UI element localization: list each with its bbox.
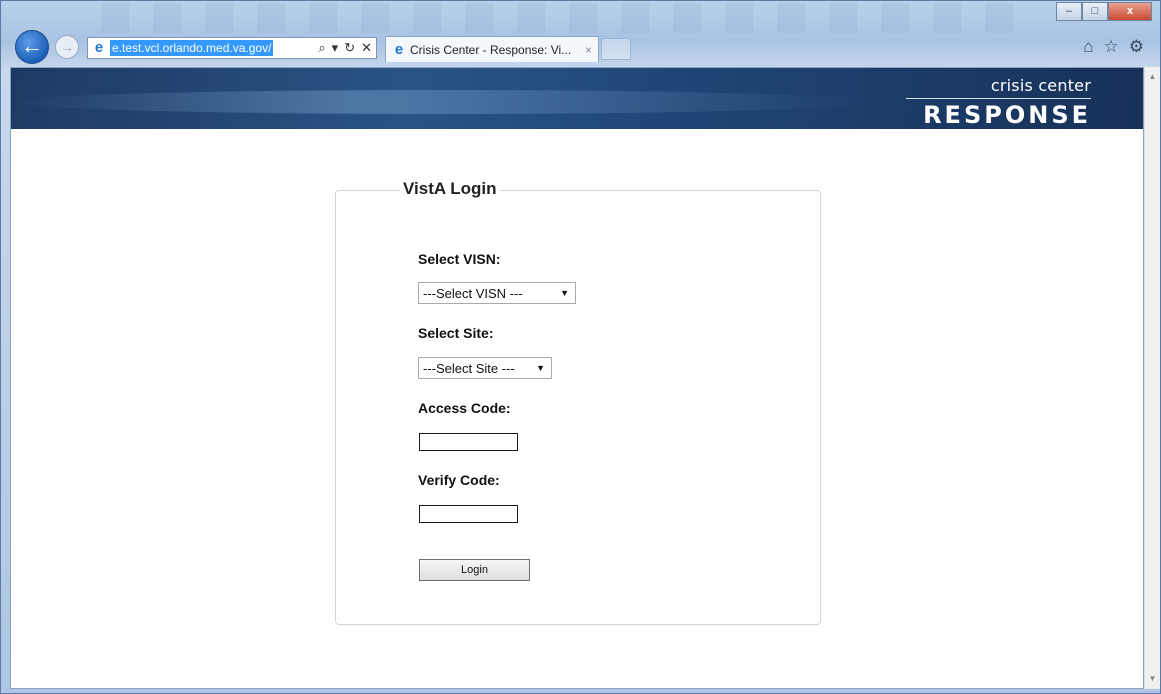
search-icon[interactable]: ⌕	[318, 40, 325, 56]
minimize-button[interactable]: –	[1056, 2, 1082, 21]
page-viewport: crisis center RESPONSE VistA Login Selec…	[10, 67, 1144, 689]
verify-code-label: Verify Code:	[418, 472, 500, 488]
favorites-star-icon[interactable]: ☆	[1104, 37, 1119, 57]
access-code-label: Access Code:	[418, 400, 511, 416]
home-icon[interactable]: ⌂	[1083, 37, 1093, 57]
tab-crisis-center[interactable]: e Crisis Center - Response: Vi... ×	[385, 36, 599, 62]
ie-page-icon: e	[94, 39, 104, 56]
brand-title: RESPONSE	[923, 101, 1091, 129]
header-banner: crisis center RESPONSE	[11, 68, 1143, 129]
dropdown-icon[interactable]: ▾	[332, 40, 339, 56]
forward-button[interactable]: →	[55, 35, 79, 59]
visn-label: Select VISN:	[418, 251, 501, 267]
site-label: Select Site:	[418, 325, 494, 341]
address-bar[interactable]: e e.test.vcl.orlando.med.va.gov/ ⌕ ▾ ↻ ✕	[87, 37, 377, 59]
chevron-down-icon: ▼	[560, 288, 569, 298]
scroll-up-icon[interactable]: ▲	[1145, 69, 1160, 85]
brand-divider	[906, 98, 1091, 99]
site-select-value: ---Select Site ---	[423, 360, 515, 376]
visn-select-value: ---Select VISN ---	[423, 285, 523, 301]
site-select[interactable]: ---Select Site --- ▼	[418, 357, 552, 379]
chevron-down-icon: ▼	[536, 363, 545, 373]
command-icons: ⌂ ☆ ⚙	[1083, 37, 1144, 57]
brand-logo: crisis center RESPONSE	[906, 76, 1091, 129]
back-button[interactable]: ←	[15, 30, 49, 64]
new-tab-button[interactable]	[601, 38, 631, 60]
login-fieldset: VistA Login Select VISN: ---Select VISN …	[335, 179, 821, 625]
window-controls: – □ x	[1056, 2, 1152, 21]
visn-select[interactable]: ---Select VISN --- ▼	[418, 282, 576, 304]
maximize-button[interactable]: □	[1082, 2, 1108, 21]
tab-close-icon[interactable]: ×	[585, 43, 592, 57]
tab-ie-icon: e	[394, 40, 404, 58]
banner-swoosh	[11, 90, 871, 114]
browser-window: ← → e e.test.vcl.orlando.med.va.gov/ ⌕ ▾…	[0, 0, 1161, 694]
stop-icon[interactable]: ✕	[361, 40, 372, 56]
verify-code-input[interactable]	[419, 505, 518, 523]
close-button[interactable]: x	[1108, 2, 1152, 21]
scroll-down-icon[interactable]: ▼	[1145, 671, 1160, 687]
vertical-scrollbar[interactable]: ▲ ▼	[1144, 67, 1160, 689]
brand-subtitle: crisis center	[990, 76, 1091, 95]
access-code-input[interactable]	[419, 433, 518, 451]
login-button[interactable]: Login	[419, 559, 530, 581]
toolbar-background	[101, 3, 1021, 33]
tab-title: Crisis Center - Response: Vi...	[410, 42, 572, 57]
refresh-icon[interactable]: ↻	[344, 40, 355, 56]
address-tools: ⌕ ▾ ↻ ✕	[318, 40, 376, 56]
gear-icon[interactable]: ⚙	[1129, 37, 1144, 57]
login-legend: VistA Login	[400, 179, 500, 199]
url-text[interactable]: e.test.vcl.orlando.med.va.gov/	[110, 40, 274, 56]
